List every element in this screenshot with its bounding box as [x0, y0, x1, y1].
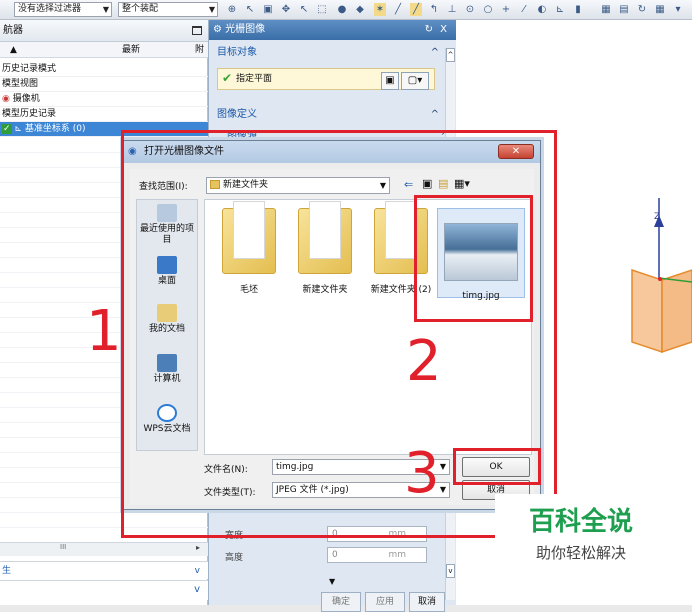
details-panel-label: 生: [2, 566, 12, 576]
chevron-down-icon[interactable]: v: [195, 562, 200, 580]
checkbox-checked-icon[interactable]: ✓: [2, 124, 12, 134]
tree-item-label: 模型视图: [2, 79, 39, 89]
chevron-up-icon[interactable]: ^: [431, 106, 439, 124]
pointer-icon[interactable]: ↖: [298, 3, 310, 16]
assembly-scope-combo[interactable]: 整个装配 ▼: [118, 2, 218, 17]
section-image-definition[interactable]: 图像定义 ^: [213, 106, 443, 124]
line-icon[interactable]: ╱: [392, 3, 404, 16]
cross-icon[interactable]: +: [500, 3, 512, 16]
chevron-right-icon[interactable]: ▸: [196, 543, 200, 552]
quadrant-icon[interactable]: ○: [482, 3, 494, 16]
sort-arrow-icon[interactable]: ▲: [10, 42, 17, 58]
watermark-title: 百科全说: [528, 507, 633, 537]
maximize-icon[interactable]: [192, 26, 202, 35]
apply-button[interactable]: 应用: [365, 592, 405, 612]
camera-icon: ◉: [2, 94, 10, 104]
section-target-object[interactable]: 目标对象 ^: [213, 44, 443, 62]
face-icon[interactable]: ◐: [536, 3, 548, 16]
navigator-column-header: ▲ 最新 附: [0, 42, 208, 58]
tree-item-label: 摄像机: [12, 94, 40, 104]
reset-icon[interactable]: ↻: [425, 20, 433, 40]
preview-panel-header[interactable]: v: [0, 580, 208, 600]
navigator-title-bar: 航器: [0, 20, 208, 42]
tree-item-history-mode[interactable]: 历史记录模式: [0, 62, 208, 77]
tree-item-label: 模型历史记录: [2, 109, 57, 119]
ok-button[interactable]: 确定: [321, 592, 361, 612]
axis-icon[interactable]: ⊾: [554, 3, 566, 16]
chevron-down-icon: ▼: [208, 5, 215, 14]
move-icon[interactable]: ✥: [280, 3, 292, 16]
apply-label: 应用: [375, 597, 394, 607]
chevron-down-icon: ▼: [102, 5, 109, 14]
select-icon[interactable]: ↖: [244, 3, 256, 16]
annotation-number-1: 1: [86, 299, 122, 364]
tree-item-cameras[interactable]: ◉ 摄像机: [0, 92, 208, 107]
check-icon: ✔: [222, 71, 233, 85]
cancel-button[interactable]: 取消: [409, 592, 445, 612]
scroll-up-icon[interactable]: ^: [446, 48, 455, 62]
cancel-label: 取消: [417, 597, 436, 607]
slash-icon[interactable]: ⁄: [518, 3, 530, 16]
watermark: 百科全说 助你轻松解决: [495, 494, 667, 580]
annotation-box-2: [414, 195, 533, 322]
cube-icon[interactable]: ◆: [354, 3, 366, 16]
tree-item-label: 历史记录模式: [2, 64, 57, 74]
watermark-subtitle: 助你轻松解决: [535, 544, 626, 562]
expand-down-icon[interactable]: ▼: [329, 577, 335, 586]
raster-dialog-title: 光栅图像: [225, 24, 266, 35]
section-label: 图像定义: [217, 109, 257, 120]
line-snap-icon[interactable]: ╱: [410, 3, 422, 16]
top-toolbar: 没有选择过滤器 ▼ 整个装配 ▼ ⊕ ↖ ▣ ✥ ↖ ⬚ ● ◆ ✶ ╱ ╱ ↰…: [0, 0, 692, 20]
tree-item-model-history[interactable]: 模型历史记录: [0, 107, 208, 122]
column-attached[interactable]: 附: [195, 42, 204, 58]
gear-icon: ⚙: [213, 24, 222, 35]
column-latest[interactable]: 最新: [122, 42, 140, 58]
refresh-icon[interactable]: ↻: [636, 3, 648, 16]
close-icon[interactable]: X: [440, 20, 447, 40]
image-icon[interactable]: ▦: [600, 3, 612, 16]
sphere-icon[interactable]: ●: [336, 3, 348, 16]
snap-icon[interactable]: ⊕: [226, 3, 238, 16]
csys-icon: ⊾: [14, 124, 22, 134]
selection-filter-value: 没有选择过滤器: [18, 4, 82, 14]
scrollbar-grip: III: [60, 543, 67, 551]
tree-item-label: 基准坐标系 (0): [24, 124, 86, 134]
details-panel-header[interactable]: 生 v: [0, 561, 208, 579]
ok-label: 确定: [331, 597, 350, 607]
plane-dialog-button[interactable]: ▣: [381, 72, 399, 90]
center-icon[interactable]: ⊙: [464, 3, 476, 16]
selection-filter-combo[interactable]: 没有选择过滤器 ▼: [14, 2, 112, 17]
assembly-scope-value: 整个装配: [122, 4, 159, 14]
section-label: 目标对象: [217, 47, 257, 58]
height-unit: mm: [388, 550, 406, 560]
curve-icon[interactable]: ↰: [428, 3, 440, 16]
box-select-icon[interactable]: ⬚: [316, 3, 328, 16]
navigator-horizontal-scrollbar[interactable]: III ▸: [0, 542, 208, 556]
chevron-up-icon[interactable]: ^: [431, 44, 439, 62]
window-icon[interactable]: ▤: [618, 3, 630, 16]
tangent-icon[interactable]: ⊥: [446, 3, 458, 16]
tree-item-model-views[interactable]: 模型视图: [0, 77, 208, 92]
scroll-down-icon[interactable]: v: [446, 564, 455, 578]
annotation-number-2: 2: [406, 329, 442, 394]
chevron-down-icon[interactable]: ▾: [672, 3, 684, 16]
annotation-box-3: [453, 448, 541, 485]
annotation-number-3: 3: [404, 441, 440, 506]
specify-plane-label: 指定平面: [236, 74, 273, 84]
grid-icon[interactable]: ▦: [654, 3, 666, 16]
navigator-title: 航器: [3, 25, 23, 36]
plane-type-button[interactable]: ▢▾: [401, 72, 429, 90]
height-field[interactable]: 0 mm: [327, 547, 427, 563]
height-label: 高度: [225, 553, 244, 563]
chevron-down-icon[interactable]: v: [194, 581, 200, 599]
bar-icon[interactable]: ▮: [572, 3, 584, 16]
snap-point-icon[interactable]: ✶: [374, 3, 386, 16]
filter-icon[interactable]: ▣: [262, 3, 274, 16]
height-value: 0: [332, 550, 338, 560]
axis-z-label: Z: [654, 212, 661, 222]
raster-dialog-title-bar: ⚙ 光栅图像 ↻ X: [209, 20, 457, 40]
